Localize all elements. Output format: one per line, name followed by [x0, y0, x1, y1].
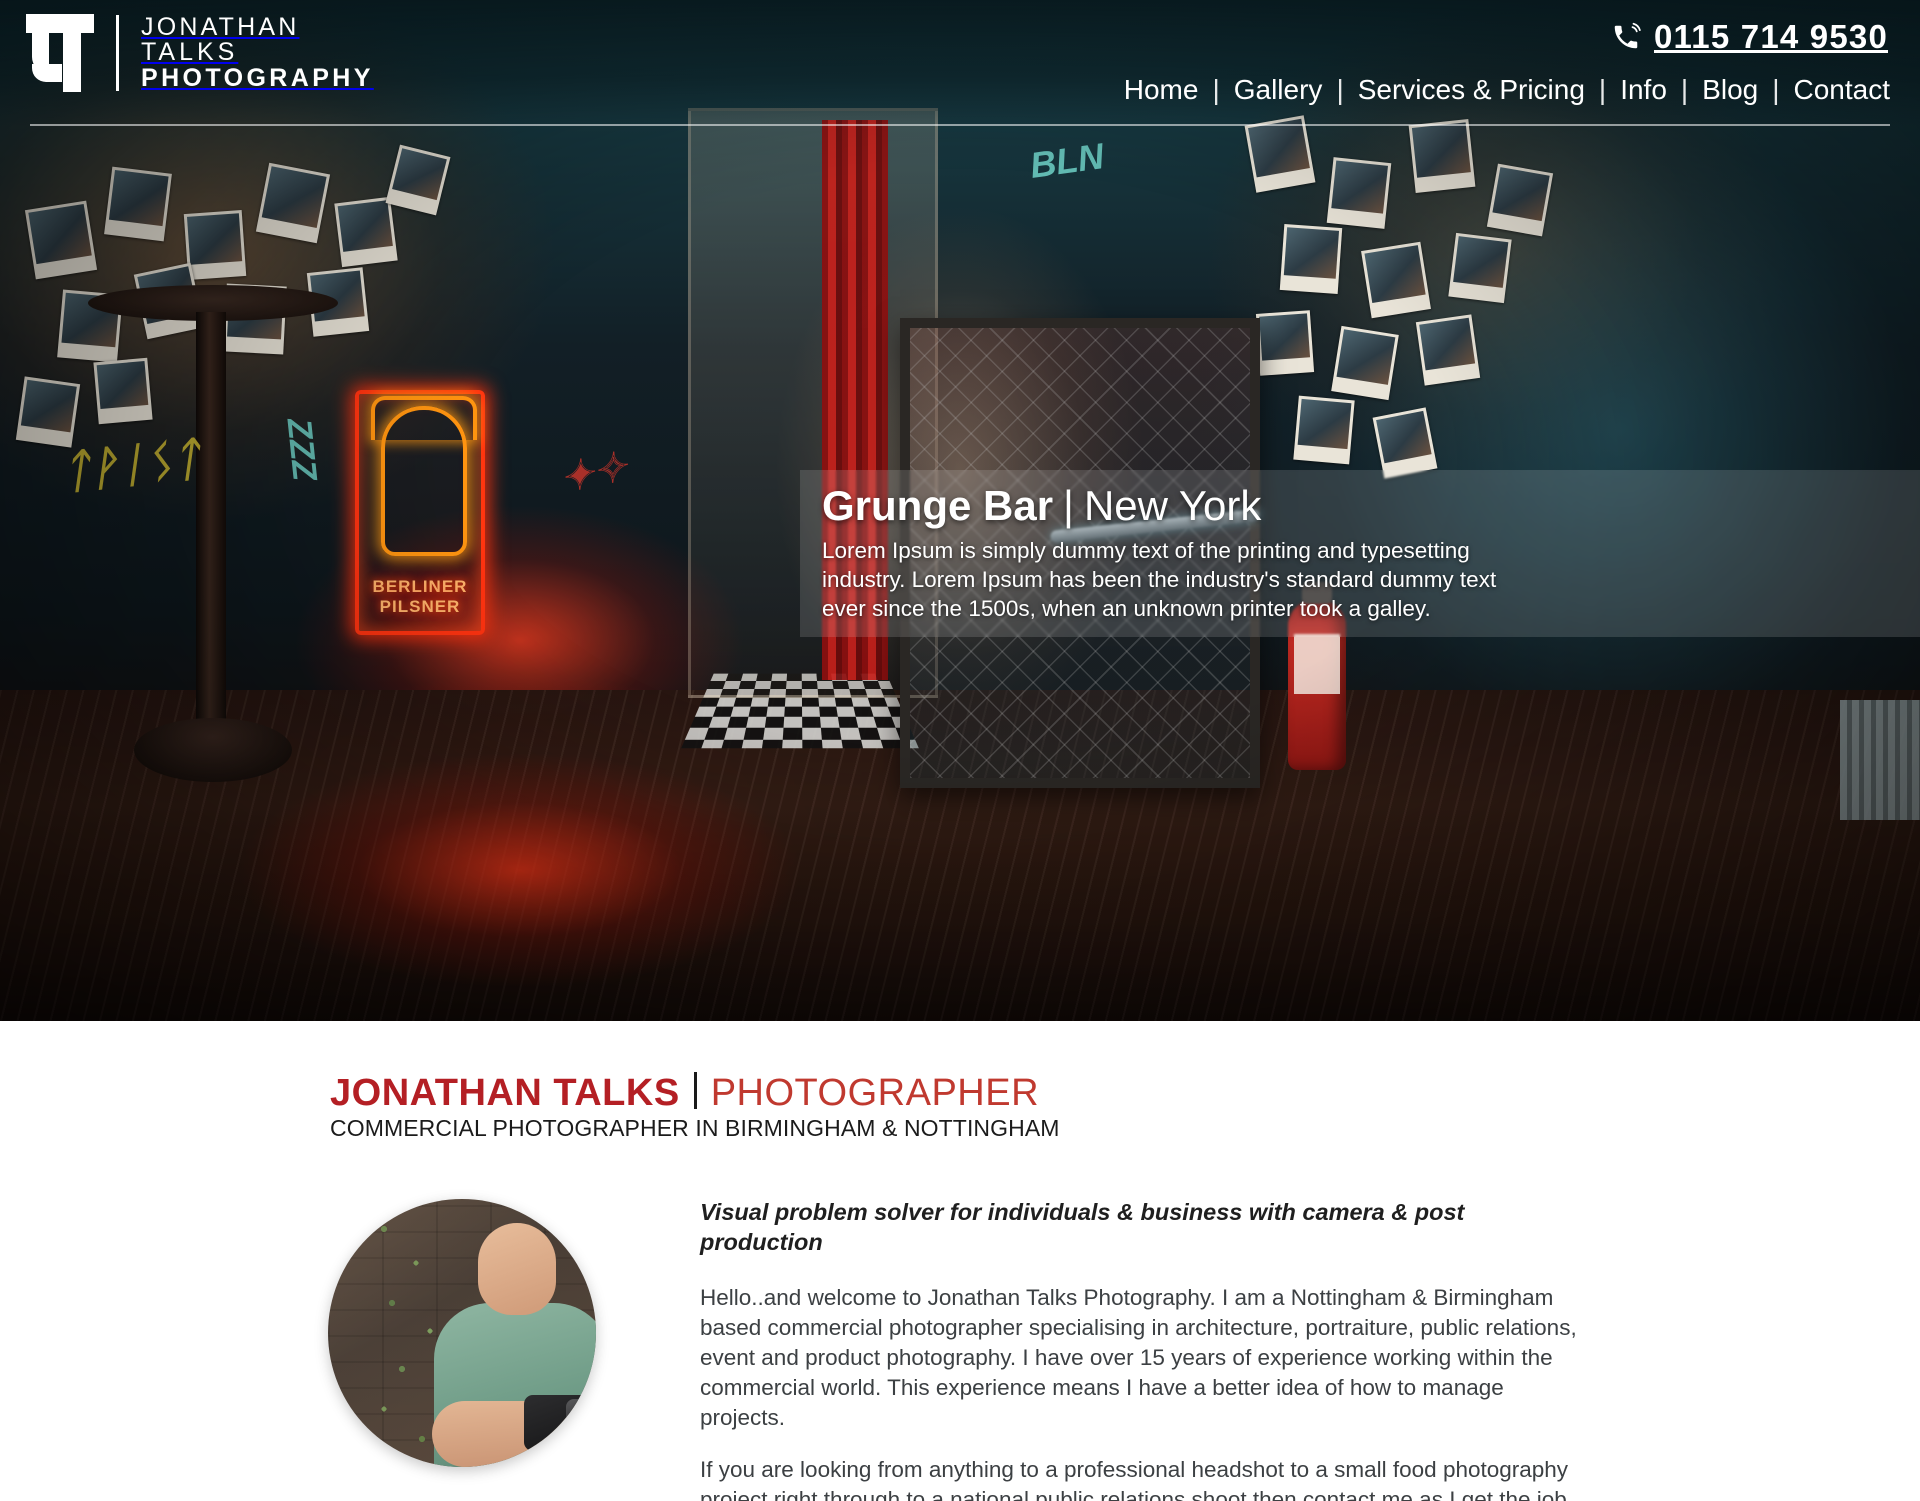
logo-wordmark: JONATHAN TALKS PHOTOGRAPHY — [141, 15, 374, 92]
page-root: BERLINER PILSNER ᛏᚹᛁᛊᛏ ZZZ ✦✧ BLN Grunge… — [0, 0, 1920, 1501]
hero-caption-title-light: New York — [1084, 482, 1261, 529]
logo-line-3: PHOTOGRAPHY — [141, 66, 374, 92]
nav-item-home[interactable]: Home — [1110, 74, 1213, 106]
avatar — [328, 1199, 596, 1467]
jt-monogram-icon — [26, 14, 94, 92]
about-heading: JONATHAN TALKS PHOTOGRAPHER — [330, 1068, 1039, 1115]
phone-link[interactable]: 0115 714 9530 — [1611, 18, 1888, 56]
hero-caption-title-pipe: | — [1053, 482, 1084, 529]
site-header: JONATHAN TALKS PHOTOGRAPHY 0115 714 9530… — [0, 0, 1920, 126]
hero-caption-text: Lorem Ipsum is simply dummy text of the … — [822, 536, 1540, 623]
header-divider — [30, 124, 1890, 126]
hero-caption-band: Grunge Bar | New York Lorem Ipsum is simpl… — [800, 470, 1920, 637]
about-heading-name: JONATHAN TALKS — [330, 1072, 680, 1115]
about-paragraph-1: Hello..and welcome to Jonathan Talks Pho… — [700, 1283, 1580, 1433]
site-logo[interactable]: JONATHAN TALKS PHOTOGRAPHY — [26, 14, 374, 92]
hero-caption-title: Grunge Bar | New York — [822, 479, 1900, 533]
nav-separator: | — [1772, 74, 1779, 106]
about-tagline: Visual problem solver for individuals & … — [700, 1197, 1580, 1257]
nav-item-blog[interactable]: Blog — [1688, 74, 1772, 106]
about-heading-role: PHOTOGRAPHER — [711, 1072, 1039, 1115]
nav-item-contact[interactable]: Contact — [1780, 74, 1893, 106]
nav-item-info[interactable]: Info — [1606, 74, 1681, 106]
nav-separator: | — [1336, 74, 1343, 106]
about-paragraph-2: If you are looking from anything to a pr… — [700, 1455, 1580, 1501]
about-subheading: COMMERCIAL PHOTOGRAPHER IN BIRMINGHAM & … — [330, 1115, 1060, 1142]
camera-lens-icon — [566, 1399, 596, 1447]
nav-item-services-pricing[interactable]: Services & Pricing — [1344, 74, 1599, 106]
logo-divider — [116, 15, 119, 91]
nav-separator: | — [1681, 74, 1688, 106]
hero-caption-title-strong: Grunge Bar — [822, 482, 1053, 529]
logo-line-2: TALKS — [141, 40, 374, 66]
primary-nav: Home | Gallery | Services & Pricing | In… — [1110, 74, 1892, 106]
about-body: Visual problem solver for individuals & … — [700, 1197, 1580, 1501]
about-heading-divider — [694, 1072, 697, 1109]
phone-icon — [1611, 22, 1641, 52]
nav-separator: | — [1212, 74, 1219, 106]
about-section: JONATHAN TALKS PHOTOGRAPHER COMMERCIAL P… — [0, 1021, 1920, 1501]
phone-number: 0115 714 9530 — [1654, 18, 1888, 56]
hero-section: BERLINER PILSNER ᛏᚹᛁᛊᛏ ZZZ ✦✧ BLN Grunge… — [0, 0, 1920, 1021]
nav-item-gallery[interactable]: Gallery — [1220, 74, 1337, 106]
logo-line-1: JONATHAN — [141, 15, 374, 41]
avatar-head — [478, 1223, 556, 1315]
nav-separator: | — [1599, 74, 1606, 106]
